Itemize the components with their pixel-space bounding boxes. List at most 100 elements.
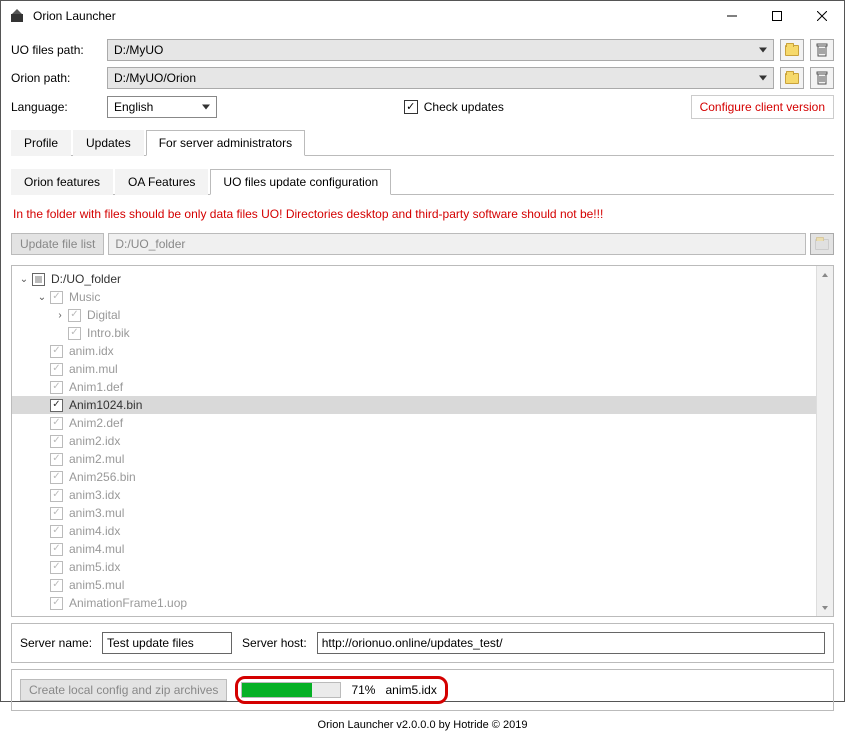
tab-updates[interactable]: Updates [73,130,144,156]
tree-item[interactable]: ⌄ Music [12,288,816,306]
uo-path-dropdown[interactable]: D:/MyUO [107,39,774,61]
tree-item-label: anim5.mul [69,578,124,592]
scroll-up-button[interactable] [817,266,833,283]
tree-checkbox[interactable] [50,471,63,484]
sub-tabs: Orion features OA Features UO files upda… [11,168,834,195]
tree-item-label: Music [69,290,100,304]
tree-item[interactable]: anim2.mul [12,450,816,468]
tree-item[interactable]: anim4.idx [12,522,816,540]
expander-icon[interactable]: ⌄ [18,274,30,285]
footer-text: Orion Launcher v2.0.0.0 by Hotride © 201… [1,715,844,737]
tree-item-label: anim2.mul [69,452,124,466]
uo-path-delete-button[interactable] [810,39,834,61]
tree-checkbox[interactable] [50,597,63,610]
update-folder-browse-button[interactable] [810,233,834,255]
close-button[interactable] [799,1,844,31]
progress-highlight: 71% anim5.idx [235,676,447,704]
tree-item-label: Intro.bik [87,326,130,340]
window-controls [709,1,844,31]
server-host-label: Server host: [242,636,307,650]
tree-checkbox[interactable] [50,507,63,520]
language-select[interactable]: English [107,96,217,118]
tree-checkbox[interactable] [50,579,63,592]
tree-item[interactable]: anim5.mul [12,576,816,594]
tree-item[interactable]: ⌄D:/UO_folder [12,270,816,288]
tree-item[interactable]: anim2.idx [12,432,816,450]
tree-item[interactable]: anim3.mul [12,504,816,522]
tree-item-label: anim5.idx [69,560,120,574]
tab-profile[interactable]: Profile [11,130,71,156]
file-tree: ⌄D:/UO_folder⌄Music›DigitalIntro.bikanim… [11,265,834,617]
tree-item-label: Anim256.bin [69,470,136,484]
update-file-list-button[interactable]: Update file list [11,233,104,255]
tree-checkbox[interactable] [50,489,63,502]
tree-item[interactable]: AnimationFrame1.uop [12,594,816,612]
tree-checkbox[interactable] [50,363,63,376]
tree-checkbox[interactable] [50,543,63,556]
orion-path-dropdown[interactable]: D:/MyUO/Orion [107,67,774,89]
tree-checkbox[interactable] [50,435,63,448]
subtab-uo-files-update[interactable]: UO files update configuration [210,169,391,195]
tree-item[interactable]: anim.mul [12,360,816,378]
window-title: Orion Launcher [33,9,709,23]
subtab-orion-features[interactable]: Orion features [11,169,113,195]
server-config-row: Server name: Server host: [11,623,834,663]
progress-fill [242,683,312,697]
tree-item-label: anim4.mul [69,542,124,556]
trash-icon [816,71,828,85]
tree-item-label: anim3.mul [69,506,124,520]
tree-checkbox[interactable] [68,327,81,340]
folder-icon [785,73,799,84]
orion-path-row: Orion path: D:/MyUO/Orion [11,67,834,89]
tree-checkbox[interactable] [50,381,63,394]
tree-item[interactable]: Anim1.def [12,378,816,396]
tree-item[interactable]: Anim1024.bin [12,396,816,414]
tree-item[interactable]: anim3.idx [12,486,816,504]
tree-item[interactable]: Anim2.def [12,414,816,432]
tree-item[interactable]: anim.idx [12,342,816,360]
tree-checkbox[interactable] [50,399,63,412]
configure-client-version-link[interactable]: Configure client version [691,95,834,119]
progress-row: Create local config and zip archives 71%… [11,669,834,711]
tree-item[interactable]: anim5.idx [12,558,816,576]
create-config-button[interactable]: Create local config and zip archives [20,679,227,701]
scroll-down-button[interactable] [817,599,833,616]
tree-checkbox[interactable] [50,453,63,466]
orion-path-browse-button[interactable] [780,67,804,89]
tree-scrollbar[interactable] [816,266,833,616]
options-row: Language: English Check updates Configur… [11,95,834,119]
minimize-button[interactable] [709,1,754,31]
maximize-button[interactable] [754,1,799,31]
update-list-row: Update file list D:/UO_folder [11,233,834,255]
warning-text: In the folder with files should be only … [11,201,834,225]
server-host-input[interactable] [317,632,825,654]
tree-checkbox[interactable] [68,309,81,322]
tree-checkbox[interactable] [32,273,45,286]
orion-path-delete-button[interactable] [810,67,834,89]
subtab-oa-features[interactable]: OA Features [115,169,208,195]
tree-checkbox[interactable] [50,417,63,430]
tree-item[interactable]: Intro.bik [12,324,816,342]
folder-icon [815,239,829,250]
tree-item-label: anim.mul [69,362,118,376]
expander-icon[interactable]: ⌄ [36,292,48,303]
tree-checkbox[interactable] [50,345,63,358]
uo-path-row: UO files path: D:/MyUO [11,39,834,61]
language-label: Language: [11,100,101,114]
file-tree-body[interactable]: ⌄D:/UO_folder⌄Music›DigitalIntro.bikanim… [12,266,816,616]
uo-path-browse-button[interactable] [780,39,804,61]
expander-icon[interactable]: › [54,310,66,321]
tree-item[interactable]: Anim256.bin [12,468,816,486]
tree-item[interactable]: › Digital [12,306,816,324]
server-name-input[interactable] [102,632,232,654]
tree-item-label: Digital [87,308,120,322]
tree-item-label: anim2.idx [69,434,120,448]
tree-item[interactable]: anim4.mul [12,540,816,558]
tab-server-admin[interactable]: For server administrators [146,130,305,156]
check-updates-checkbox[interactable] [404,100,418,114]
tree-checkbox[interactable] [50,291,63,304]
tree-item-label: anim.idx [69,344,114,358]
progress-percent: 71% [351,683,375,697]
tree-checkbox[interactable] [50,525,63,538]
tree-checkbox[interactable] [50,561,63,574]
